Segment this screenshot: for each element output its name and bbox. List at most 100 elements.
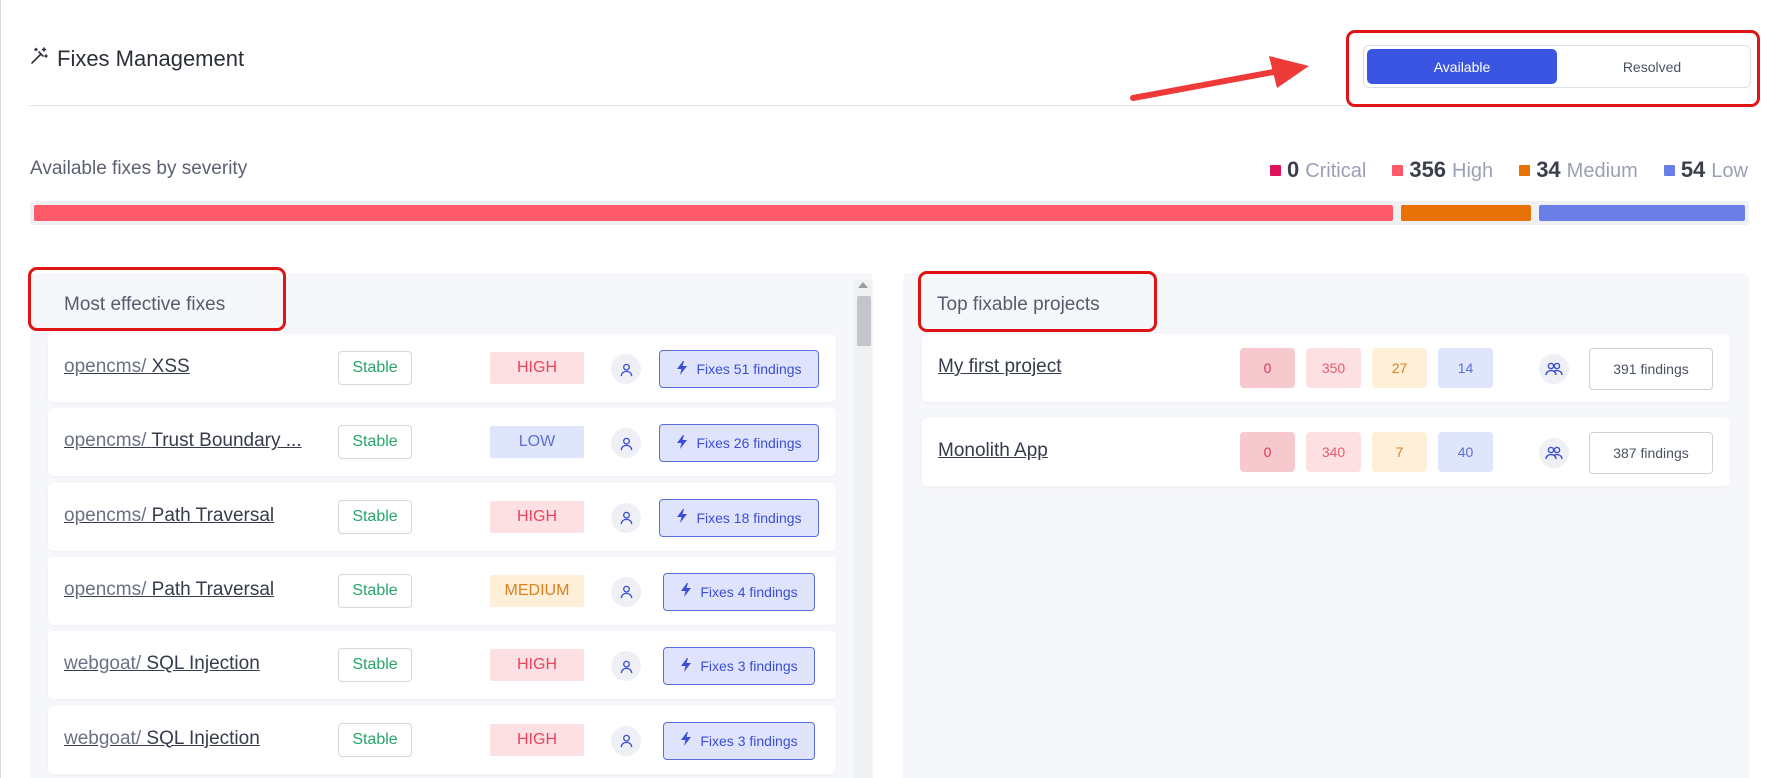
fix-status-badge: Stable [338, 722, 412, 757]
fix-repo: opencms/ [64, 504, 147, 526]
annotation-arrow-icon [1130, 56, 1309, 101]
team-icon[interactable] [1539, 354, 1569, 384]
magic-wand-icon [29, 46, 49, 72]
lightning-icon [680, 732, 692, 749]
fix-severity-badge: HIGH [490, 649, 584, 682]
legend-high-label: High [1452, 160, 1494, 182]
project-row: My first project 0 350 27 14 391 findings [922, 334, 1730, 402]
fix-name-link[interactable]: opencms/ Path Traversal [64, 505, 274, 527]
legend-critical-label: Critical [1305, 160, 1367, 182]
scroll-up-icon[interactable] [858, 282, 868, 288]
most-effective-fixes-title: Most effective fixes [64, 294, 226, 315]
fix-name-link[interactable]: opencms/ Trust Boundary ... [64, 430, 302, 452]
fixes-findings-button[interactable]: Fixes 4 findings [663, 572, 815, 611]
fix-status-badge: Stable [338, 499, 412, 534]
project-row: Monolith App 0 340 7 40 387 findings [922, 418, 1730, 486]
fix-name-link[interactable]: opencms/ XSS [64, 356, 190, 378]
legend-medium: 34 Medium [1519, 157, 1638, 183]
fixes-findings-button[interactable]: Fixes 3 findings [663, 721, 815, 760]
severity-legend: 0 Critical 356 High 34 Medium 54 Low [1269, 157, 1748, 183]
user-icon[interactable] [611, 725, 641, 756]
user-icon[interactable] [611, 576, 641, 607]
fix-repo: webgoat/ [64, 653, 142, 675]
high-swatch-icon [1392, 164, 1404, 176]
project-low-count: 14 [1438, 348, 1493, 388]
toggle-available-button[interactable]: Available [1367, 49, 1557, 84]
project-findings-button[interactable]: 387 findings [1589, 432, 1713, 474]
fix-severity-badge: HIGH [490, 500, 584, 533]
available-resolved-toggle[interactable]: Available Resolved [1363, 45, 1751, 88]
project-name-link[interactable]: My first project [938, 356, 1062, 378]
fix-severity-badge: HIGH [490, 352, 584, 384]
legend-high: 356 High [1392, 157, 1493, 183]
fixes-findings-label: Fixes 51 findings [696, 361, 802, 377]
project-high-count: 340 [1306, 432, 1361, 472]
severity-bar-low [1538, 205, 1745, 221]
fix-row: opencms/ Path Traversal Stable MEDIUM Fixes… [48, 556, 836, 625]
fix-name-link[interactable]: webgoat/ SQL Injection [64, 728, 260, 750]
fixes-findings-button[interactable]: Fixes 51 findings [659, 350, 819, 388]
legend-critical-count: 0 [1286, 157, 1300, 182]
fix-row: opencms/ Path Traversal Stable HIGH Fixes 1… [48, 482, 836, 551]
project-name-link[interactable]: Monolith App [938, 440, 1048, 462]
project-medium-count: 27 [1372, 348, 1427, 388]
critical-swatch-icon [1269, 164, 1281, 176]
project-medium-count: 7 [1372, 432, 1427, 472]
fix-repo: opencms/ [64, 356, 147, 377]
top-fixable-projects-title: Top fixable projects [937, 294, 1100, 315]
user-icon[interactable] [611, 428, 641, 459]
project-low-count: 40 [1438, 432, 1493, 472]
toggle-resolved-button[interactable]: Resolved [1557, 49, 1747, 84]
fix-repo: webgoat/ [64, 727, 142, 749]
fix-title: SQL Injection [146, 727, 260, 749]
legend-low-count: 54 [1680, 157, 1706, 182]
fixes-findings-label: Fixes 26 findings [696, 435, 802, 452]
lightning-icon [676, 360, 688, 378]
severity-bar-medium [1401, 205, 1531, 221]
team-icon[interactable] [1539, 438, 1569, 468]
medium-swatch-icon [1519, 164, 1531, 176]
low-swatch-icon [1663, 164, 1675, 176]
fix-status-badge: Stable [338, 351, 412, 385]
fixes-scrollbar[interactable] [854, 280, 872, 778]
project-high-count: 350 [1306, 348, 1361, 388]
lightning-icon [680, 657, 692, 675]
fix-repo: opencms/ [64, 578, 147, 600]
fix-row: opencms/ Trust Boundary ... Stable LOW Fixe… [48, 408, 836, 477]
legend-high-count: 356 [1409, 157, 1447, 182]
lightning-icon [676, 509, 688, 526]
user-icon[interactable] [611, 651, 641, 682]
severity-distribution-bar [30, 201, 1749, 225]
page-title-text: Fixes Management [57, 46, 245, 71]
fix-title: Path Traversal [151, 578, 275, 600]
fix-title: SQL Injection [146, 653, 260, 675]
fix-severity-badge: LOW [490, 426, 584, 459]
fix-repo: opencms/ [64, 430, 147, 452]
fixes-scrollbar-thumb[interactable] [857, 296, 871, 346]
project-findings-button[interactable]: 391 findings [1589, 348, 1713, 390]
fix-name-link[interactable]: opencms/ Path Traversal [64, 579, 274, 601]
fixes-findings-label: Fixes 4 findings [700, 583, 798, 600]
fixes-findings-button[interactable]: Fixes 26 findings [659, 424, 819, 463]
fix-status-badge: Stable [338, 648, 412, 683]
severity-title: Available fixes by severity [30, 158, 248, 179]
legend-medium-label: Medium [1566, 160, 1638, 182]
fix-title: Trust Boundary ... [151, 430, 302, 452]
fixes-findings-label: Fixes 18 findings [696, 509, 802, 526]
fixes-findings-button[interactable]: Fixes 18 findings [659, 498, 819, 537]
fixes-findings-button[interactable]: Fixes 3 findings [663, 647, 815, 686]
lightning-icon [676, 434, 688, 452]
fix-severity-badge: MEDIUM [490, 574, 584, 607]
fixes-management-page: Fixes Management Available Resolved Avai… [0, 0, 1772, 778]
fix-name-link[interactable]: webgoat/ SQL Injection [64, 653, 260, 675]
legend-low-label: Low [1711, 160, 1748, 182]
user-icon[interactable] [611, 502, 641, 533]
fix-status-badge: Stable [338, 425, 412, 460]
lightning-icon [680, 583, 692, 600]
fix-row: webgoat/ SQL Injection Stable HIGH Fixes 3 … [48, 705, 836, 774]
project-critical-count: 0 [1240, 432, 1295, 472]
fix-title: XSS [151, 356, 190, 377]
user-icon[interactable] [611, 354, 641, 384]
fix-status-badge: Stable [338, 573, 412, 608]
severity-bar-high [34, 205, 1394, 221]
